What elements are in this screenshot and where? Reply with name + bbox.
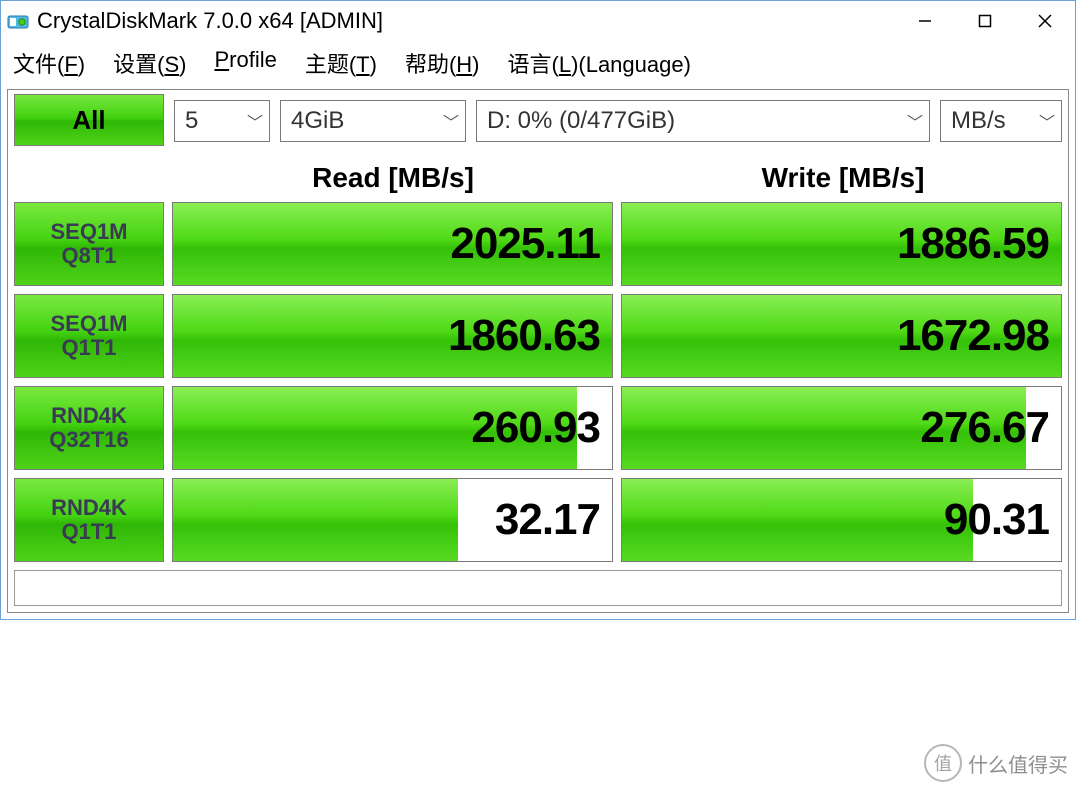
window-title: CrystalDiskMark 7.0.0 x64 [ADMIN] <box>37 8 383 34</box>
header-write: Write [MB/s] <box>618 154 1068 202</box>
read-cell: 2025.11 <box>172 202 613 286</box>
chevron-down-icon: ﹀ <box>1031 109 1055 133</box>
drive-select[interactable]: D: 0% (0/477GiB) ﹀ <box>476 100 930 142</box>
unit-value: MB/s <box>951 107 1006 135</box>
menu-profile[interactable]: Profile <box>214 47 276 79</box>
test-count-select[interactable]: 5 ﹀ <box>174 100 270 142</box>
result-row: RND4KQ1T1 32.17 90.31 <box>14 478 1062 562</box>
write-value: 1672.98 <box>897 311 1061 361</box>
test-count-value: 5 <box>185 107 198 135</box>
drive-value: D: 0% (0/477GiB) <box>487 107 675 135</box>
result-row: RND4KQ32T16 260.93 276.67 <box>14 386 1062 470</box>
watermark-icon: 值 <box>924 744 962 782</box>
read-value: 2025.11 <box>450 219 612 269</box>
read-cell: 32.17 <box>172 478 613 562</box>
test-label-1: SEQ1M <box>50 312 127 336</box>
footer-empty-row <box>14 570 1062 606</box>
read-value: 1860.63 <box>448 311 612 361</box>
write-value: 1886.59 <box>897 219 1061 269</box>
column-headers: Read [MB/s] Write [MB/s] <box>8 154 1068 202</box>
test-label-2: Q32T16 <box>49 428 129 452</box>
menu-help[interactable]: 帮助(H) <box>405 47 480 79</box>
menu-settings[interactable]: 设置(S) <box>113 47 186 79</box>
results-grid: SEQ1MQ8T12025.111886.59SEQ1MQ1T11860.631… <box>8 202 1068 562</box>
test-label-1: RND4K <box>51 404 127 428</box>
read-value: 32.17 <box>495 495 612 545</box>
write-bar <box>622 479 973 561</box>
app-window: CrystalDiskMark 7.0.0 x64 [ADMIN] 文件(F) … <box>0 0 1076 620</box>
controls-row: All 5 ﹀ 4GiB ﹀ D: 0% (0/477GiB) ﹀ MB/s ﹀ <box>8 90 1068 154</box>
run-all-button[interactable]: All <box>14 94 164 146</box>
test-label-1: RND4K <box>51 496 127 520</box>
close-button[interactable] <box>1015 1 1075 41</box>
test-label-2: Q1T1 <box>61 336 116 360</box>
unit-select[interactable]: MB/s ﹀ <box>940 100 1062 142</box>
chevron-down-icon: ﹀ <box>899 109 923 133</box>
result-row: SEQ1MQ8T1 2025.11 1886.59 <box>14 202 1062 286</box>
menu-language[interactable]: 语言(L)(Language) <box>507 47 690 79</box>
write-cell: 90.31 <box>621 478 1062 562</box>
chevron-down-icon: ﹀ <box>435 109 459 133</box>
read-bar <box>173 479 458 561</box>
write-value: 276.67 <box>920 403 1061 453</box>
menu-theme[interactable]: 主题(T) <box>305 47 377 79</box>
app-icon <box>7 10 29 32</box>
main-panel: All 5 ﹀ 4GiB ﹀ D: 0% (0/477GiB) ﹀ MB/s ﹀… <box>7 89 1069 613</box>
minimize-button[interactable] <box>895 1 955 41</box>
test-label-2: Q1T1 <box>61 520 116 544</box>
write-value: 90.31 <box>944 495 1061 545</box>
test-size-value: 4GiB <box>291 107 344 135</box>
write-cell: 276.67 <box>621 386 1062 470</box>
run-test-button-2[interactable]: RND4KQ32T16 <box>14 386 164 470</box>
read-value: 260.93 <box>471 403 612 453</box>
watermark-text: 什么值得买 <box>968 749 1068 778</box>
run-test-button-1[interactable]: SEQ1MQ1T1 <box>14 294 164 378</box>
write-cell: 1886.59 <box>621 202 1062 286</box>
test-label-1: SEQ1M <box>50 220 127 244</box>
result-row: SEQ1MQ1T1 1860.63 1672.98 <box>14 294 1062 378</box>
run-test-button-0[interactable]: SEQ1MQ8T1 <box>14 202 164 286</box>
menubar: 文件(F) 设置(S) Profile 主题(T) 帮助(H) 语言(L)(La… <box>1 41 1075 89</box>
read-cell: 260.93 <box>172 386 613 470</box>
watermark: 值 什么值得买 <box>924 744 1068 782</box>
test-label-2: Q8T1 <box>61 244 116 268</box>
run-test-button-3[interactable]: RND4KQ1T1 <box>14 478 164 562</box>
menu-file[interactable]: 文件(F) <box>13 47 85 79</box>
test-size-select[interactable]: 4GiB ﹀ <box>280 100 466 142</box>
chevron-down-icon: ﹀ <box>239 109 263 133</box>
maximize-button[interactable] <box>955 1 1015 41</box>
write-cell: 1672.98 <box>621 294 1062 378</box>
header-read: Read [MB/s] <box>168 154 618 202</box>
titlebar: CrystalDiskMark 7.0.0 x64 [ADMIN] <box>1 1 1075 41</box>
read-cell: 1860.63 <box>172 294 613 378</box>
